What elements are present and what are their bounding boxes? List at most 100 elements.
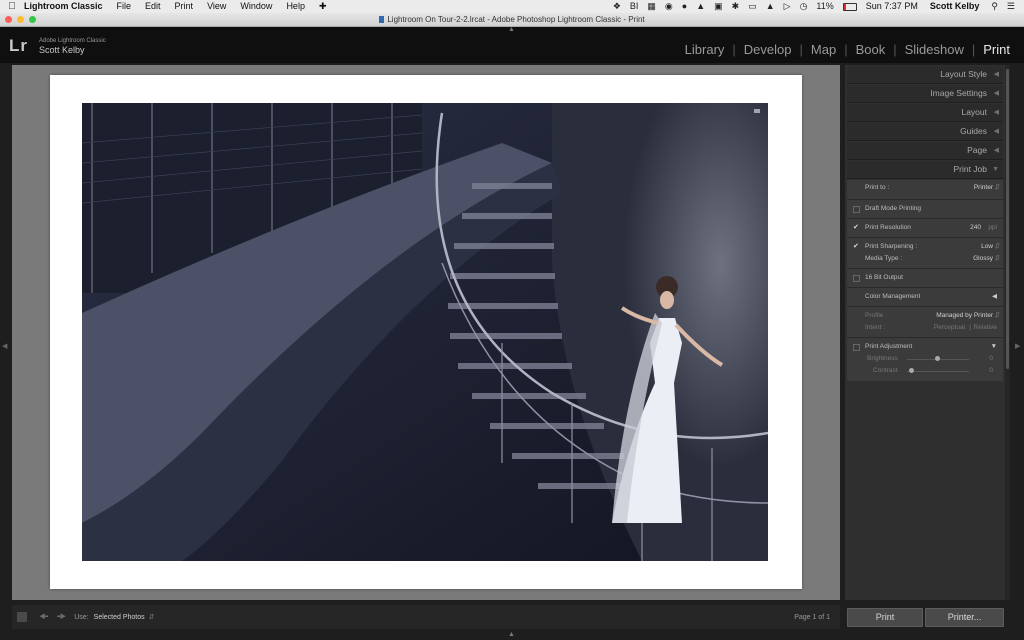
close-window-icon[interactable] <box>5 16 12 23</box>
contrast-slider-thumb[interactable] <box>909 368 914 373</box>
divider <box>847 287 1003 288</box>
clock[interactable]: Sun 7:37 PM <box>866 0 918 13</box>
airplay-icon[interactable]: ▭ <box>748 0 757 13</box>
print-page <box>50 75 802 589</box>
time-machine-icon[interactable]: ◷ <box>800 0 808 13</box>
menu-app-name[interactable]: Lightroom Classic <box>24 0 103 13</box>
color-management-arrow-icon[interactable]: ◀ <box>992 291 997 303</box>
print-adjustment-checkbox[interactable] <box>853 344 860 351</box>
grid-icon[interactable]: ▦ <box>647 0 656 13</box>
profile-select[interactable]: Managed by Printer <box>936 310 993 322</box>
module-map[interactable]: Map <box>811 42 836 57</box>
circle-icon[interactable]: ◉ <box>665 0 673 13</box>
module-separator: | <box>893 42 897 57</box>
print-resolution-row: ✔ Print Resolution 240 ppi <box>847 222 1003 234</box>
menu-print[interactable]: Print <box>175 0 194 13</box>
print-button[interactable]: Print <box>847 608 923 627</box>
volume-icon[interactable]: ▷ <box>784 0 791 13</box>
print-sharpening-checkbox[interactable]: ✔ <box>853 241 859 253</box>
use-dropdown-icon[interactable]: ⇵ <box>149 613 155 621</box>
brightness-slider-thumb[interactable] <box>935 356 940 361</box>
menu-help[interactable]: Help <box>286 0 305 13</box>
menu-edit[interactable]: Edit <box>145 0 161 13</box>
dropbox-icon[interactable]: ❖ <box>613 0 621 13</box>
print-resolution-checkbox[interactable]: ✔ <box>853 222 859 234</box>
next-page-icon[interactable]: 🠞 <box>57 608 67 627</box>
profile-dropdown-icon[interactable]: ⇵ <box>995 310 1000 322</box>
print-to-label: Print to : <box>865 184 890 191</box>
print-sharpening-select[interactable]: Low <box>981 241 993 253</box>
search-icon[interactable]: ⚲ <box>991 0 998 13</box>
module-develop[interactable]: Develop <box>744 42 792 57</box>
previous-page-icon[interactable]: 🠜 <box>39 608 49 627</box>
sharpening-dropdown-icon[interactable]: ⇵ <box>995 241 1000 253</box>
print-preview-canvas[interactable] <box>12 65 840 600</box>
bluetooth-icon[interactable]: ✱ <box>732 0 740 13</box>
module-picker: Library | Develop | Map | Book | Slidesh… <box>685 42 1010 57</box>
intent-perceptual-option[interactable]: Perceptual <box>934 322 965 334</box>
bi-icon[interactable]: BI <box>630 0 639 13</box>
minimize-window-icon[interactable] <box>17 16 24 23</box>
module-library[interactable]: Library <box>685 42 725 57</box>
media-type-select[interactable]: Glossy <box>973 253 993 265</box>
profile-label: Profile : <box>865 312 888 319</box>
use-selector[interactable]: Selected Photos <box>94 614 145 621</box>
panel-layout-style-label: Layout Style <box>940 69 987 79</box>
apple-menu-icon[interactable]:  <box>0 0 24 13</box>
bottom-toolbar: 🠜 🠞 Use: Selected Photos ⇵ Page 1 of 1 <box>12 605 840 629</box>
right-panel-toggle-icon[interactable]: ▶ <box>1015 342 1020 350</box>
flame-icon[interactable]: ▲ <box>696 0 705 13</box>
panel-page[interactable]: Page ◀ <box>847 142 1003 160</box>
contrast-label: Contrast <box>873 367 898 374</box>
contrast-slider-track[interactable] <box>907 371 969 372</box>
printer-button[interactable]: Printer... <box>925 608 1004 627</box>
color-management-header[interactable]: Color Management ◀ <box>847 291 1003 303</box>
module-book[interactable]: Book <box>856 42 886 57</box>
panel-layout[interactable]: Layout ◀ <box>847 104 1003 122</box>
module-print[interactable]: Print <box>983 42 1010 57</box>
intent-relative-option[interactable]: Relative <box>974 322 997 334</box>
filmstrip-toggle-icon[interactable]: ▲ <box>508 631 515 638</box>
panel-image-settings[interactable]: Image Settings ◀ <box>847 85 1003 103</box>
brightness-value[interactable]: 0 <box>989 353 993 365</box>
stop-icon[interactable] <box>17 612 27 622</box>
intent-separator: | <box>969 324 971 331</box>
wifi-icon[interactable]: ▲ <box>766 0 775 13</box>
battery-icon[interactable] <box>842 2 857 11</box>
bit-output-checkbox[interactable] <box>853 275 860 282</box>
drop-icon[interactable]: ● <box>682 0 687 13</box>
print-adjustment-expand-icon[interactable]: ▼ <box>991 341 997 353</box>
right-panel-scrollbar[interactable] <box>1005 65 1010 600</box>
script-icon[interactable]: ✚ <box>319 0 327 13</box>
bride-on-staircase-photo <box>82 103 768 561</box>
media-dropdown-icon[interactable]: ⇵ <box>995 253 1000 265</box>
print-to-dropdown-icon[interactable]: ⇵ <box>995 180 1000 196</box>
print-to-select[interactable]: Printer <box>974 180 993 196</box>
brightness-row: Brightness 0 <box>847 353 1003 365</box>
print-resolution-value[interactable]: 240 <box>970 222 981 234</box>
battery-percent[interactable]: 11% <box>816 0 833 13</box>
print-photo[interactable] <box>82 103 768 561</box>
panel-print-job[interactable]: Print Job ▼ <box>847 161 1003 179</box>
module-slideshow[interactable]: Slideshow <box>905 42 964 57</box>
left-panel-toggle-icon[interactable]: ◀ <box>2 342 7 350</box>
scrollbar-thumb[interactable] <box>1006 69 1009 369</box>
menu-view[interactable]: View <box>207 0 226 13</box>
square-icon[interactable]: ▣ <box>714 0 723 13</box>
panel-layout-style[interactable]: Layout Style ◀ <box>847 66 1003 84</box>
panel-guides[interactable]: Guides ◀ <box>847 123 1003 141</box>
zoom-window-icon[interactable] <box>29 16 36 23</box>
top-panel-toggle-icon[interactable]: ▲ <box>508 26 515 33</box>
divider <box>847 199 1003 200</box>
draft-mode-checkbox[interactable] <box>853 206 860 213</box>
menu-window[interactable]: Window <box>240 0 272 13</box>
resolution-unit: ppi <box>988 224 997 231</box>
user-menu[interactable]: Scott Kelby <box>930 0 980 13</box>
divider <box>847 268 1003 269</box>
draft-mode-row: Draft Mode Printing <box>847 203 1003 215</box>
contrast-value[interactable]: 0 <box>989 365 993 377</box>
page-count: Page 1 of 1 <box>794 613 830 621</box>
notification-list-icon[interactable]: ☰ <box>1007 0 1015 13</box>
menu-file[interactable]: File <box>117 0 132 13</box>
print-resolution-label: Print Resolution <box>865 224 911 231</box>
